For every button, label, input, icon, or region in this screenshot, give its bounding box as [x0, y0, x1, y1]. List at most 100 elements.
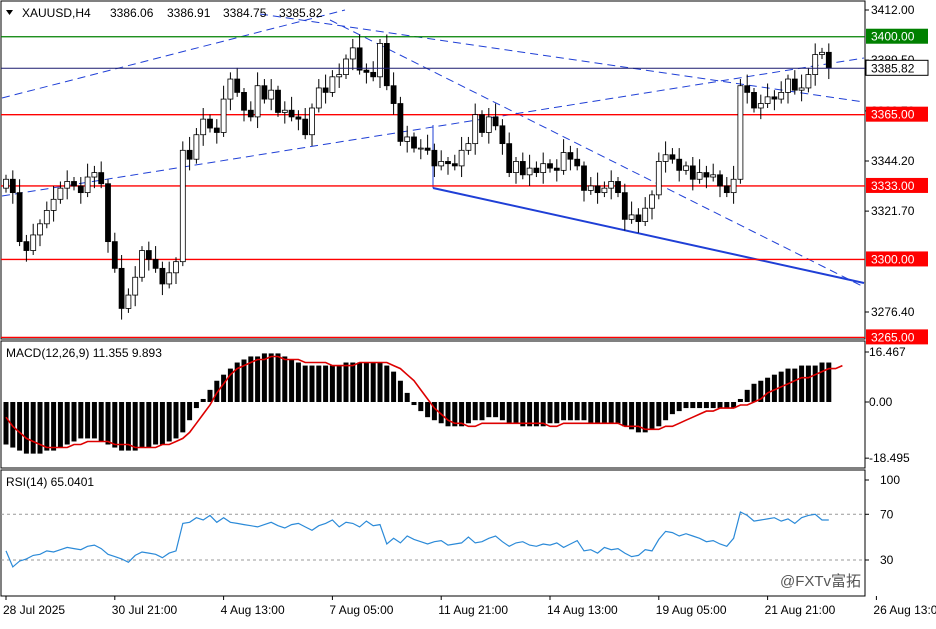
candle-body: [322, 87, 329, 93]
macd-histogram-bar: [595, 402, 601, 424]
price-tick-label: 3344.20: [871, 154, 915, 168]
macd-histogram-bar: [173, 402, 179, 439]
macd-histogram-bar: [23, 402, 29, 454]
price-tick-label: 3412.00: [871, 3, 915, 17]
macd-histogram-bar: [486, 402, 492, 418]
candle-body: [696, 172, 703, 180]
macd-histogram-bar: [221, 374, 227, 402]
rsi-tick-label: 70: [880, 507, 894, 521]
macd-histogram-bar: [309, 365, 315, 402]
candle-body: [662, 154, 669, 162]
candle-body: [744, 85, 751, 93]
macd-tick-label: 0.00: [869, 395, 893, 409]
macd-histogram-bar: [574, 402, 580, 421]
time-tick-label: 7 Aug 05:00: [329, 603, 393, 617]
macd-histogram-bar: [268, 353, 274, 402]
candle-body: [207, 118, 213, 129]
macd-histogram-bar: [547, 402, 553, 424]
candle-body: [336, 74, 343, 78]
macd-histogram-bar: [187, 402, 193, 421]
candle-body: [179, 149, 186, 263]
price-tick-label: 3321.70: [871, 204, 915, 218]
time-tick-label: 21 Aug 21:00: [765, 603, 836, 617]
macd-histogram-bar: [255, 356, 261, 402]
candle-body: [43, 210, 50, 225]
candle-body: [458, 149, 465, 167]
chart-canvas[interactable]: 3412.003389.503366.703344.203321.703276.…: [0, 0, 936, 624]
macd-histogram-bar: [363, 362, 369, 402]
macd-histogram-bar: [669, 402, 675, 415]
macd-histogram-bar: [132, 402, 138, 451]
candle-body: [159, 267, 166, 285]
macd-histogram-bar: [465, 402, 471, 424]
macd-histogram-bar: [350, 362, 356, 402]
candle-body: [581, 165, 587, 191]
macd-histogram-bar: [581, 402, 587, 421]
candle-body: [139, 250, 145, 278]
candle-body: [397, 103, 404, 142]
candle-body: [111, 241, 118, 269]
price-tick-label: 3276.40: [871, 305, 915, 319]
candle-body: [186, 149, 193, 160]
macd-histogram-bar: [91, 402, 97, 439]
candle-body: [513, 161, 519, 173]
candle-body: [465, 143, 472, 151]
candle-body: [424, 147, 431, 151]
candle-body: [302, 118, 309, 136]
macd-histogram-bar: [119, 402, 125, 451]
candle-body: [288, 109, 295, 118]
candle-body: [567, 152, 574, 160]
candle-body: [649, 194, 655, 209]
watermark-logo: @FXTv富拓: [780, 572, 861, 590]
macd-histogram-bar: [391, 371, 397, 402]
candle-body: [370, 71, 377, 78]
candle-body: [540, 163, 547, 173]
candle-body: [601, 187, 608, 194]
macd-histogram-bar: [608, 402, 614, 424]
macd-histogram-bar: [112, 402, 118, 448]
candle-body: [757, 103, 764, 109]
candle-body: [213, 127, 220, 133]
macd-histogram-bar: [717, 402, 723, 409]
macd-histogram-bar: [561, 402, 567, 421]
macd-histogram-bar: [744, 389, 750, 402]
candle-body: [723, 185, 730, 194]
macd-histogram-bar: [601, 402, 607, 424]
time-tick-label: 19 Aug 05:00: [656, 603, 727, 617]
macd-histogram-bar: [282, 356, 288, 402]
macd-histogram-bar: [153, 402, 159, 445]
macd-histogram-bar: [316, 365, 322, 402]
macd-histogram-bar: [472, 402, 478, 421]
macd-histogram-bar: [567, 402, 573, 421]
candle-body: [730, 178, 737, 194]
candle-body: [683, 165, 689, 171]
candle-body: [105, 183, 111, 243]
candle-body: [669, 154, 676, 160]
candle-body: [145, 250, 152, 260]
symbol-header: XAUUSD,H4: [22, 6, 91, 20]
candle-body: [438, 161, 445, 167]
level-price-label: 3400.00: [871, 30, 915, 44]
candle-body: [343, 58, 349, 75]
macd-histogram-bar: [737, 398, 743, 402]
candle-body: [526, 167, 533, 176]
macd-histogram-bar: [207, 389, 213, 402]
candle-body: [3, 178, 9, 189]
candle-body: [825, 51, 832, 69]
macd-histogram-bar: [336, 365, 342, 402]
candle-body: [676, 158, 683, 171]
candle-body: [587, 185, 594, 191]
macd-histogram-bar: [78, 402, 84, 439]
level-price-label: 3365.00: [871, 108, 915, 122]
macd-histogram-bar: [703, 402, 709, 409]
watermark-text: @FXTv富拓: [780, 572, 861, 590]
candle-body: [50, 198, 57, 211]
candle-body: [621, 192, 628, 220]
candle-body: [23, 241, 30, 251]
macd-histogram-bar: [622, 402, 628, 427]
candle-body: [594, 185, 601, 194]
macd-histogram-bar: [329, 365, 335, 402]
candle-body: [30, 234, 37, 251]
time-tick-label: 30 Jul 21:00: [112, 603, 178, 617]
candle-body: [241, 92, 247, 111]
